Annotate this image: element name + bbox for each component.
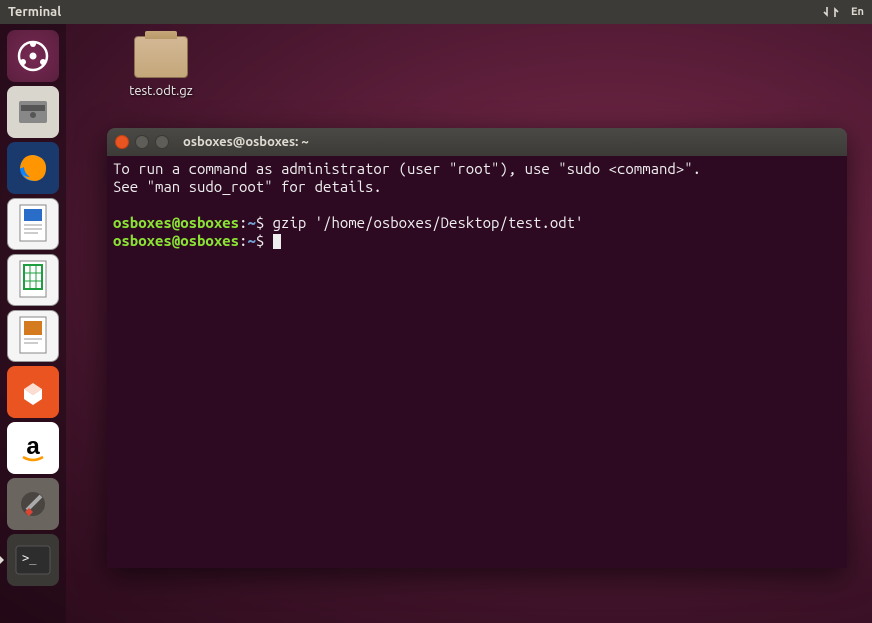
- archive-icon: [134, 36, 188, 78]
- launcher-settings[interactable]: [7, 478, 59, 530]
- desktop-file-icon[interactable]: test.odt.gz: [111, 36, 211, 98]
- launcher-firefox[interactable]: [7, 142, 59, 194]
- launcher-impress[interactable]: [7, 310, 59, 362]
- prompt-host: osboxes: [180, 214, 239, 231]
- language-indicator[interactable]: En: [851, 6, 864, 18]
- prompt-path: ~: [247, 232, 255, 249]
- terminal-body[interactable]: To run a command as administrator (user …: [107, 156, 847, 568]
- top-menubar: Terminal En: [0, 0, 872, 24]
- launcher-terminal[interactable]: >_: [7, 534, 59, 586]
- launcher-files[interactable]: [7, 86, 59, 138]
- command-text: gzip '/home/osboxes/Desktop/test.odt': [273, 214, 584, 231]
- prompt-path: ~: [247, 214, 255, 231]
- svg-text:>_: >_: [22, 551, 37, 565]
- terminal-window: osboxes@osboxes: ~ To run a command as a…: [107, 128, 847, 568]
- terminal-title: osboxes@osboxes: ~: [183, 135, 309, 149]
- terminal-titlebar[interactable]: osboxes@osboxes: ~: [107, 128, 847, 156]
- prompt-user: osboxes: [113, 232, 172, 249]
- launcher-software[interactable]: [7, 366, 59, 418]
- launcher-writer[interactable]: [7, 198, 59, 250]
- network-icon[interactable]: [823, 5, 839, 19]
- terminal-cursor: [273, 234, 281, 249]
- window-minimize-button[interactable]: [135, 135, 149, 149]
- launcher-dash[interactable]: [7, 30, 59, 82]
- launcher-amazon[interactable]: a: [7, 422, 59, 474]
- desktop-area[interactable]: test.odt.gz osboxes@osboxes: ~ To run a …: [66, 24, 872, 623]
- prompt-host: osboxes: [180, 232, 239, 249]
- desktop-file-label: test.odt.gz: [129, 84, 192, 98]
- terminal-welcome-1: To run a command as administrator (user …: [113, 160, 701, 177]
- terminal-welcome-2: See "man sudo_root" for details.: [113, 178, 382, 195]
- unity-launcher: a >_: [0, 24, 66, 623]
- prompt-user: osboxes: [113, 214, 172, 231]
- launcher-calc[interactable]: [7, 254, 59, 306]
- window-close-button[interactable]: [115, 135, 129, 149]
- svg-text:a: a: [26, 433, 40, 460]
- app-name: Terminal: [8, 5, 61, 19]
- indicator-area: En: [823, 5, 864, 19]
- window-maximize-button[interactable]: [155, 135, 169, 149]
